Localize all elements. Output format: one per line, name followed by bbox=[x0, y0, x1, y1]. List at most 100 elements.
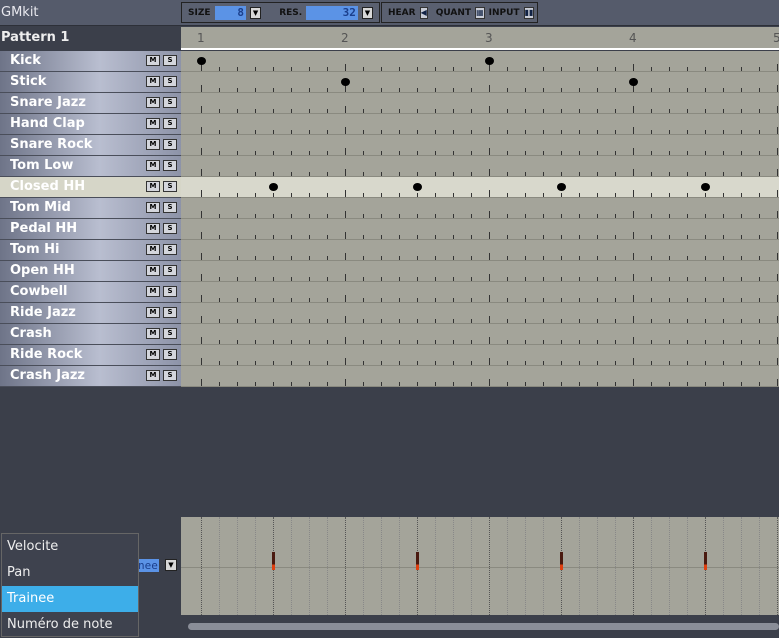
menu-item[interactable]: Pan bbox=[2, 560, 138, 586]
pattern-lane[interactable] bbox=[181, 324, 779, 345]
property-dropdown-button[interactable]: ▼ bbox=[165, 559, 177, 571]
solo-button[interactable]: S bbox=[163, 160, 177, 171]
solo-button[interactable]: S bbox=[163, 202, 177, 213]
mute-button[interactable]: M bbox=[146, 244, 160, 255]
pattern-lane[interactable] bbox=[181, 51, 779, 72]
note-dot[interactable] bbox=[413, 183, 422, 191]
beat-number: 5 bbox=[773, 31, 779, 45]
instrument-row[interactable]: Tom Mid M S bbox=[0, 198, 181, 219]
grid-tick bbox=[759, 67, 760, 71]
solo-button[interactable]: S bbox=[163, 286, 177, 297]
solo-button[interactable]: S bbox=[163, 97, 177, 108]
menu-item[interactable]: Velocite bbox=[2, 534, 138, 560]
mute-button[interactable]: M bbox=[146, 55, 160, 66]
pattern-lane[interactable] bbox=[181, 345, 779, 366]
solo-button[interactable]: S bbox=[163, 349, 177, 360]
grid-tick bbox=[651, 88, 652, 92]
pattern-lane[interactable] bbox=[181, 114, 779, 135]
size-dropdown-button[interactable]: ▼ bbox=[250, 6, 262, 19]
solo-button[interactable]: S bbox=[163, 76, 177, 87]
mute-button[interactable]: M bbox=[146, 181, 160, 192]
note-property-bar[interactable] bbox=[416, 552, 419, 570]
note-property-editor[interactable] bbox=[181, 517, 779, 615]
menu-item[interactable]: Numéro de note bbox=[2, 612, 138, 638]
mute-button[interactable]: M bbox=[146, 349, 160, 360]
instrument-row[interactable]: Ride Jazz M S bbox=[0, 303, 181, 324]
note-dot[interactable] bbox=[629, 78, 638, 86]
pattern-lane[interactable] bbox=[181, 177, 779, 198]
mute-button[interactable]: M bbox=[146, 97, 160, 108]
grid-tick bbox=[633, 190, 634, 197]
solo-button[interactable]: S bbox=[163, 244, 177, 255]
instrument-row[interactable]: Tom Low M S bbox=[0, 156, 181, 177]
solo-button[interactable]: S bbox=[163, 223, 177, 234]
instrument-row[interactable]: Tom Hi M S bbox=[0, 240, 181, 261]
instrument-row[interactable]: Kick M S bbox=[0, 51, 181, 72]
note-dot[interactable] bbox=[341, 78, 350, 86]
speaker-icon[interactable]: ◀ bbox=[419, 6, 428, 19]
instrument-row[interactable]: Stick M S bbox=[0, 72, 181, 93]
beat-ruler[interactable]: 1 2 3 4 5 bbox=[181, 27, 779, 50]
note-dot[interactable] bbox=[197, 57, 206, 65]
instrument-row[interactable]: Ride Rock M S bbox=[0, 345, 181, 366]
menu-item[interactable]: Trainee bbox=[2, 586, 138, 612]
mute-button[interactable]: M bbox=[146, 223, 160, 234]
pattern-lane[interactable] bbox=[181, 261, 779, 282]
instrument-row[interactable]: Snare Rock M S bbox=[0, 135, 181, 156]
solo-button[interactable]: S bbox=[163, 181, 177, 192]
pattern-lane[interactable] bbox=[181, 282, 779, 303]
horizontal-scrollbar[interactable] bbox=[188, 623, 779, 630]
mute-button[interactable]: M bbox=[146, 76, 160, 87]
instrument-row[interactable]: Open HH M S bbox=[0, 261, 181, 282]
mute-button[interactable]: M bbox=[146, 265, 160, 276]
grid-tick bbox=[399, 151, 400, 155]
instrument-row[interactable]: Cowbell M S bbox=[0, 282, 181, 303]
note-property-bar[interactable] bbox=[560, 552, 563, 570]
pattern-lane[interactable] bbox=[181, 135, 779, 156]
mute-button[interactable]: M bbox=[146, 160, 160, 171]
mute-button[interactable]: M bbox=[146, 370, 160, 381]
grid-line bbox=[633, 517, 634, 615]
keyboard-icon[interactable]: ▮▮ bbox=[523, 6, 535, 19]
grid-tick bbox=[471, 382, 472, 386]
instrument-row[interactable]: Crash Jazz M S bbox=[0, 366, 181, 387]
note-dot[interactable] bbox=[485, 57, 494, 65]
solo-button[interactable]: S bbox=[163, 307, 177, 318]
mute-button[interactable]: M bbox=[146, 286, 160, 297]
pattern-lane[interactable] bbox=[181, 198, 779, 219]
instrument-row[interactable]: Closed HH M S bbox=[0, 177, 181, 198]
note-property-bar[interactable] bbox=[704, 552, 707, 570]
pattern-lane[interactable] bbox=[181, 366, 779, 387]
pattern-lane[interactable] bbox=[181, 93, 779, 114]
instrument-row[interactable]: Snare Jazz M S bbox=[0, 93, 181, 114]
note-dot[interactable] bbox=[269, 183, 278, 191]
solo-button[interactable]: S bbox=[163, 370, 177, 381]
pattern-lane[interactable] bbox=[181, 156, 779, 177]
grid-icon[interactable]: ▦ bbox=[475, 6, 485, 19]
property-combo[interactable]: nee bbox=[137, 559, 159, 572]
mute-button[interactable]: M bbox=[146, 307, 160, 318]
pattern-lane[interactable] bbox=[181, 303, 779, 324]
solo-button[interactable]: S bbox=[163, 265, 177, 276]
note-property-bar[interactable] bbox=[272, 552, 275, 570]
grid-tick bbox=[417, 361, 418, 365]
res-dropdown-button[interactable]: ▼ bbox=[361, 6, 374, 19]
mute-button[interactable]: M bbox=[146, 139, 160, 150]
grid-tick bbox=[543, 361, 544, 365]
instrument-row[interactable]: Crash M S bbox=[0, 324, 181, 345]
instrument-row[interactable]: Hand Clap M S bbox=[0, 114, 181, 135]
solo-button[interactable]: S bbox=[163, 118, 177, 129]
instrument-row[interactable]: Pedal HH M S bbox=[0, 219, 181, 240]
solo-button[interactable]: S bbox=[163, 328, 177, 339]
mute-button[interactable]: M bbox=[146, 202, 160, 213]
solo-button[interactable]: S bbox=[163, 55, 177, 66]
note-dot[interactable] bbox=[557, 183, 566, 191]
pattern-lane[interactable] bbox=[181, 219, 779, 240]
solo-button[interactable]: S bbox=[163, 139, 177, 150]
pattern-lane[interactable] bbox=[181, 240, 779, 261]
grid-tick bbox=[507, 361, 508, 365]
mute-button[interactable]: M bbox=[146, 328, 160, 339]
note-dot[interactable] bbox=[701, 183, 710, 191]
pattern-lane[interactable] bbox=[181, 72, 779, 93]
mute-button[interactable]: M bbox=[146, 118, 160, 129]
